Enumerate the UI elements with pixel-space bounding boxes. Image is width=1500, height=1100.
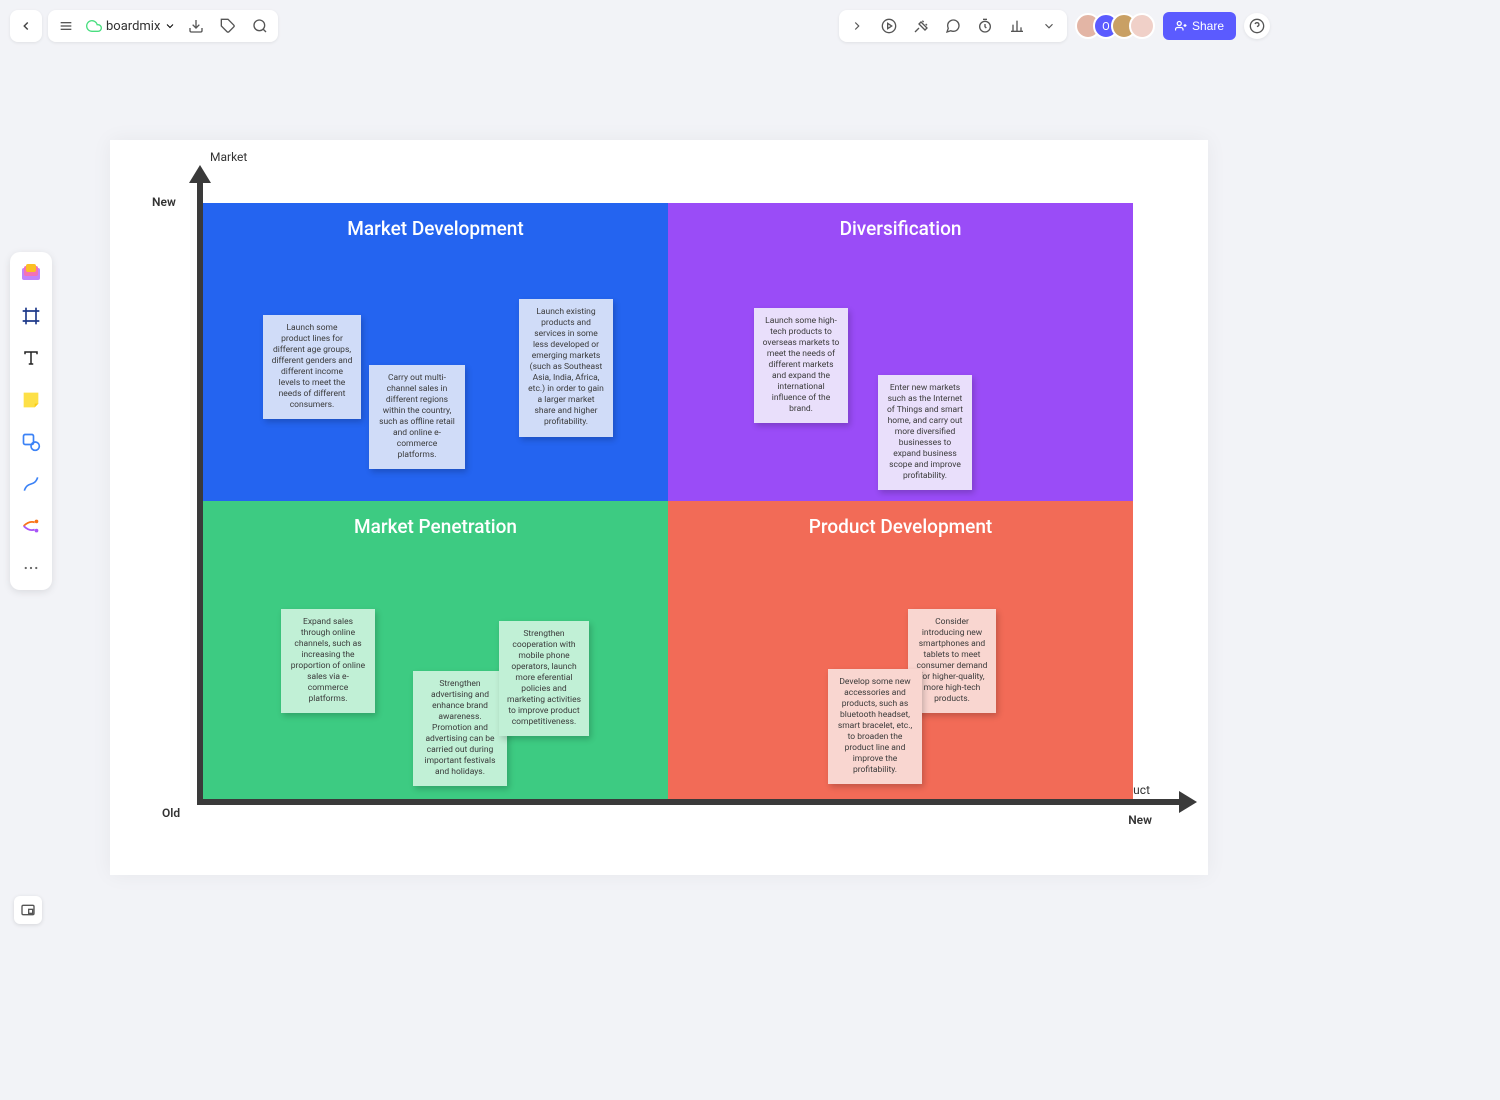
x-axis-arrow-icon (1179, 791, 1197, 813)
download-icon (188, 18, 204, 34)
text-tool[interactable] (17, 344, 45, 372)
frame-tool[interactable] (17, 302, 45, 330)
shape-tool[interactable] (17, 428, 45, 456)
download-button[interactable] (184, 14, 208, 38)
document-toolbar: boardmix (48, 10, 278, 42)
quadrants-grid: Market Development Launch some product l… (203, 203, 1133, 799)
y-axis-old-label: Old (162, 806, 180, 820)
mindmap-tool[interactable] (17, 512, 45, 540)
search-icon (252, 18, 268, 34)
text-icon (22, 349, 40, 367)
tag-button[interactable] (216, 14, 240, 38)
play-button[interactable] (879, 16, 899, 36)
top-left-toolbar: boardmix (10, 10, 278, 42)
top-right-toolbar: O Share (839, 10, 1270, 42)
quadrant-market-penetration[interactable]: Market Penetration Expand sales through … (203, 501, 668, 799)
quadrant-title: Diversification (668, 217, 1133, 240)
x-axis-new-label: New (1128, 813, 1152, 827)
sticky-note[interactable]: Develop some new accessories and product… (828, 669, 922, 784)
sticky-note[interactable]: Strengthen cooperation with mobile phone… (499, 621, 589, 736)
left-tool-sidebar (10, 252, 52, 590)
help-button[interactable] (1244, 13, 1270, 39)
poll-button[interactable] (1007, 16, 1027, 36)
chevron-down-icon (164, 20, 176, 32)
sticky-note[interactable]: Strengthen advertising and enhance brand… (413, 671, 507, 786)
share-button[interactable]: Share (1163, 12, 1236, 40)
more-tools[interactable] (17, 554, 45, 582)
minimap-button[interactable] (14, 896, 42, 924)
y-axis-arrow-icon (189, 165, 211, 183)
templates-icon (19, 262, 43, 286)
quadrant-title: Product Development (668, 515, 1133, 538)
menu-button[interactable] (54, 14, 78, 38)
connector-icon (21, 474, 41, 494)
dots-icon (22, 559, 40, 577)
share-label: Share (1192, 19, 1224, 33)
chevron-down-icon (1042, 19, 1056, 33)
help-icon (1249, 18, 1265, 34)
tag-icon (220, 18, 236, 34)
sticky-note[interactable]: Carry out multi-channel sales in differe… (369, 365, 465, 469)
frame-icon (21, 306, 41, 326)
y-axis-new-label: New (152, 195, 176, 209)
timer-button[interactable] (975, 16, 995, 36)
quadrant-diversification[interactable]: Diversification Launch some high-tech pr… (668, 203, 1133, 501)
sticky-note[interactable]: Launch some high-tech products to overse… (754, 308, 848, 423)
comment-icon (945, 18, 961, 34)
sticky-note[interactable]: Expand sales through online channels, su… (281, 609, 375, 713)
timer-icon (977, 18, 993, 34)
avatar[interactable] (1129, 13, 1155, 39)
sparkle-icon (913, 18, 929, 34)
back-button[interactable] (10, 10, 42, 42)
play-circle-icon (881, 18, 897, 34)
sticky-note-tool[interactable] (17, 386, 45, 414)
search-button[interactable] (248, 14, 272, 38)
bar-chart-icon (1009, 18, 1025, 34)
sticky-note[interactable]: Launch some product lines for different … (263, 315, 361, 419)
sticky-note-icon (20, 389, 42, 411)
expand-button[interactable] (847, 16, 867, 36)
cloud-sync-icon (86, 18, 102, 34)
shape-icon (21, 432, 41, 452)
quadrant-product-development[interactable]: Product Development Consider introducing… (668, 501, 1133, 799)
sticky-note[interactable]: Launch existing products and services in… (519, 299, 613, 437)
canvas-frame[interactable]: Market New Old Product New Market Develo… (110, 140, 1208, 875)
y-axis-dimension-label: Market (210, 150, 247, 164)
quadrant-market-development[interactable]: Market Development Launch some product l… (203, 203, 668, 501)
chevron-right-icon (850, 19, 864, 33)
comment-button[interactable] (943, 16, 963, 36)
document-title-dropdown[interactable]: boardmix (86, 18, 176, 34)
hamburger-icon (58, 18, 74, 34)
presentation-tool-group (839, 10, 1067, 42)
mindmap-icon (20, 515, 42, 537)
minimap-icon (20, 902, 36, 918)
collaborator-avatars[interactable]: O (1075, 13, 1155, 39)
axes-container: Market Development Launch some product l… (185, 175, 1195, 810)
connector-tool[interactable] (17, 470, 45, 498)
templates-tool[interactable] (17, 260, 45, 288)
user-plus-icon (1175, 20, 1187, 32)
chevron-left-icon (19, 19, 33, 33)
document-title: boardmix (106, 19, 160, 34)
x-axis-line (197, 799, 1187, 805)
celebrate-button[interactable] (911, 16, 931, 36)
quadrant-title: Market Development (203, 217, 668, 240)
sticky-note[interactable]: Enter new markets such as the Internet o… (878, 375, 972, 490)
more-tools-button[interactable] (1039, 16, 1059, 36)
quadrant-title: Market Penetration (203, 515, 668, 538)
